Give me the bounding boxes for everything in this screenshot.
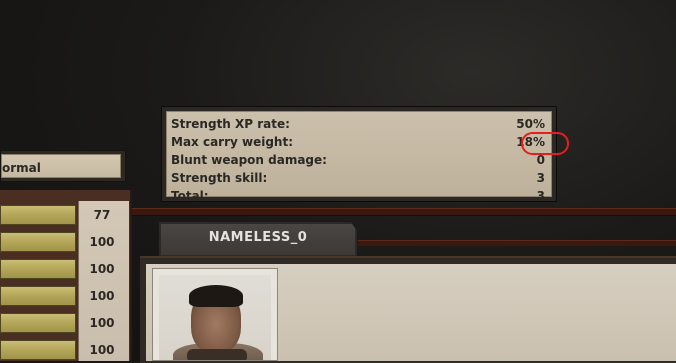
tooltip-row-strength-skill: Strength skill: 3: [171, 169, 545, 187]
selector-field[interactable]: ormal: [1, 154, 121, 178]
stat-bar[interactable]: [0, 232, 76, 252]
row-label: Blunt weapon damage:: [171, 153, 327, 167]
row-label: Max carry weight:: [171, 135, 294, 149]
character-name-tab[interactable]: NAMELESS_0: [158, 221, 358, 258]
stat-value: 100: [89, 262, 115, 276]
row-label: Strength skill:: [171, 171, 268, 185]
tooltip-row-strength-xp: Strength XP rate: 50%: [171, 115, 545, 133]
row-value: 3: [536, 171, 545, 185]
portrait-scarf: [187, 349, 247, 360]
row-value: 3: [536, 189, 545, 203]
stat-bar[interactable]: [0, 286, 76, 306]
row-value: 50%: [516, 117, 545, 131]
row-label: Strength XP rate:: [171, 117, 290, 131]
portrait-frame[interactable]: [152, 268, 278, 361]
stat-tooltip: Strength XP rate: 50% Max carry weight: …: [161, 106, 569, 203]
character-name: NAMELESS_0: [208, 230, 308, 245]
difficulty-selector[interactable]: ormal: [0, 150, 126, 182]
stat-value: 100: [89, 235, 115, 249]
row-label: Total:: [171, 189, 209, 203]
stat-value: 100: [89, 316, 115, 330]
tooltip-row-carry-weight: Max carry weight: 18%: [171, 133, 545, 151]
highlight-circle: [521, 132, 569, 155]
stat-value: 100: [89, 343, 115, 357]
stat-value: 100: [89, 289, 115, 303]
tooltip-body: Strength XP rate: 50% Max carry weight: …: [166, 111, 569, 203]
stat-bar[interactable]: [0, 205, 76, 225]
stat-values-column: [78, 201, 129, 361]
row-value: 0: [536, 153, 545, 167]
tooltip-row-blunt-damage: Blunt weapon damage: 0: [171, 151, 545, 169]
selector-value: ormal: [2, 161, 41, 175]
tooltip-row-total: Total: 3: [171, 187, 545, 205]
stat-value: 77: [93, 208, 111, 222]
portrait-hair: [189, 285, 243, 307]
portrait: [159, 275, 271, 360]
background-rail: [130, 208, 676, 216]
stat-bar[interactable]: [0, 340, 76, 360]
stat-bar[interactable]: [0, 313, 76, 333]
stat-bar[interactable]: [0, 259, 76, 279]
background-rail: [355, 240, 676, 246]
